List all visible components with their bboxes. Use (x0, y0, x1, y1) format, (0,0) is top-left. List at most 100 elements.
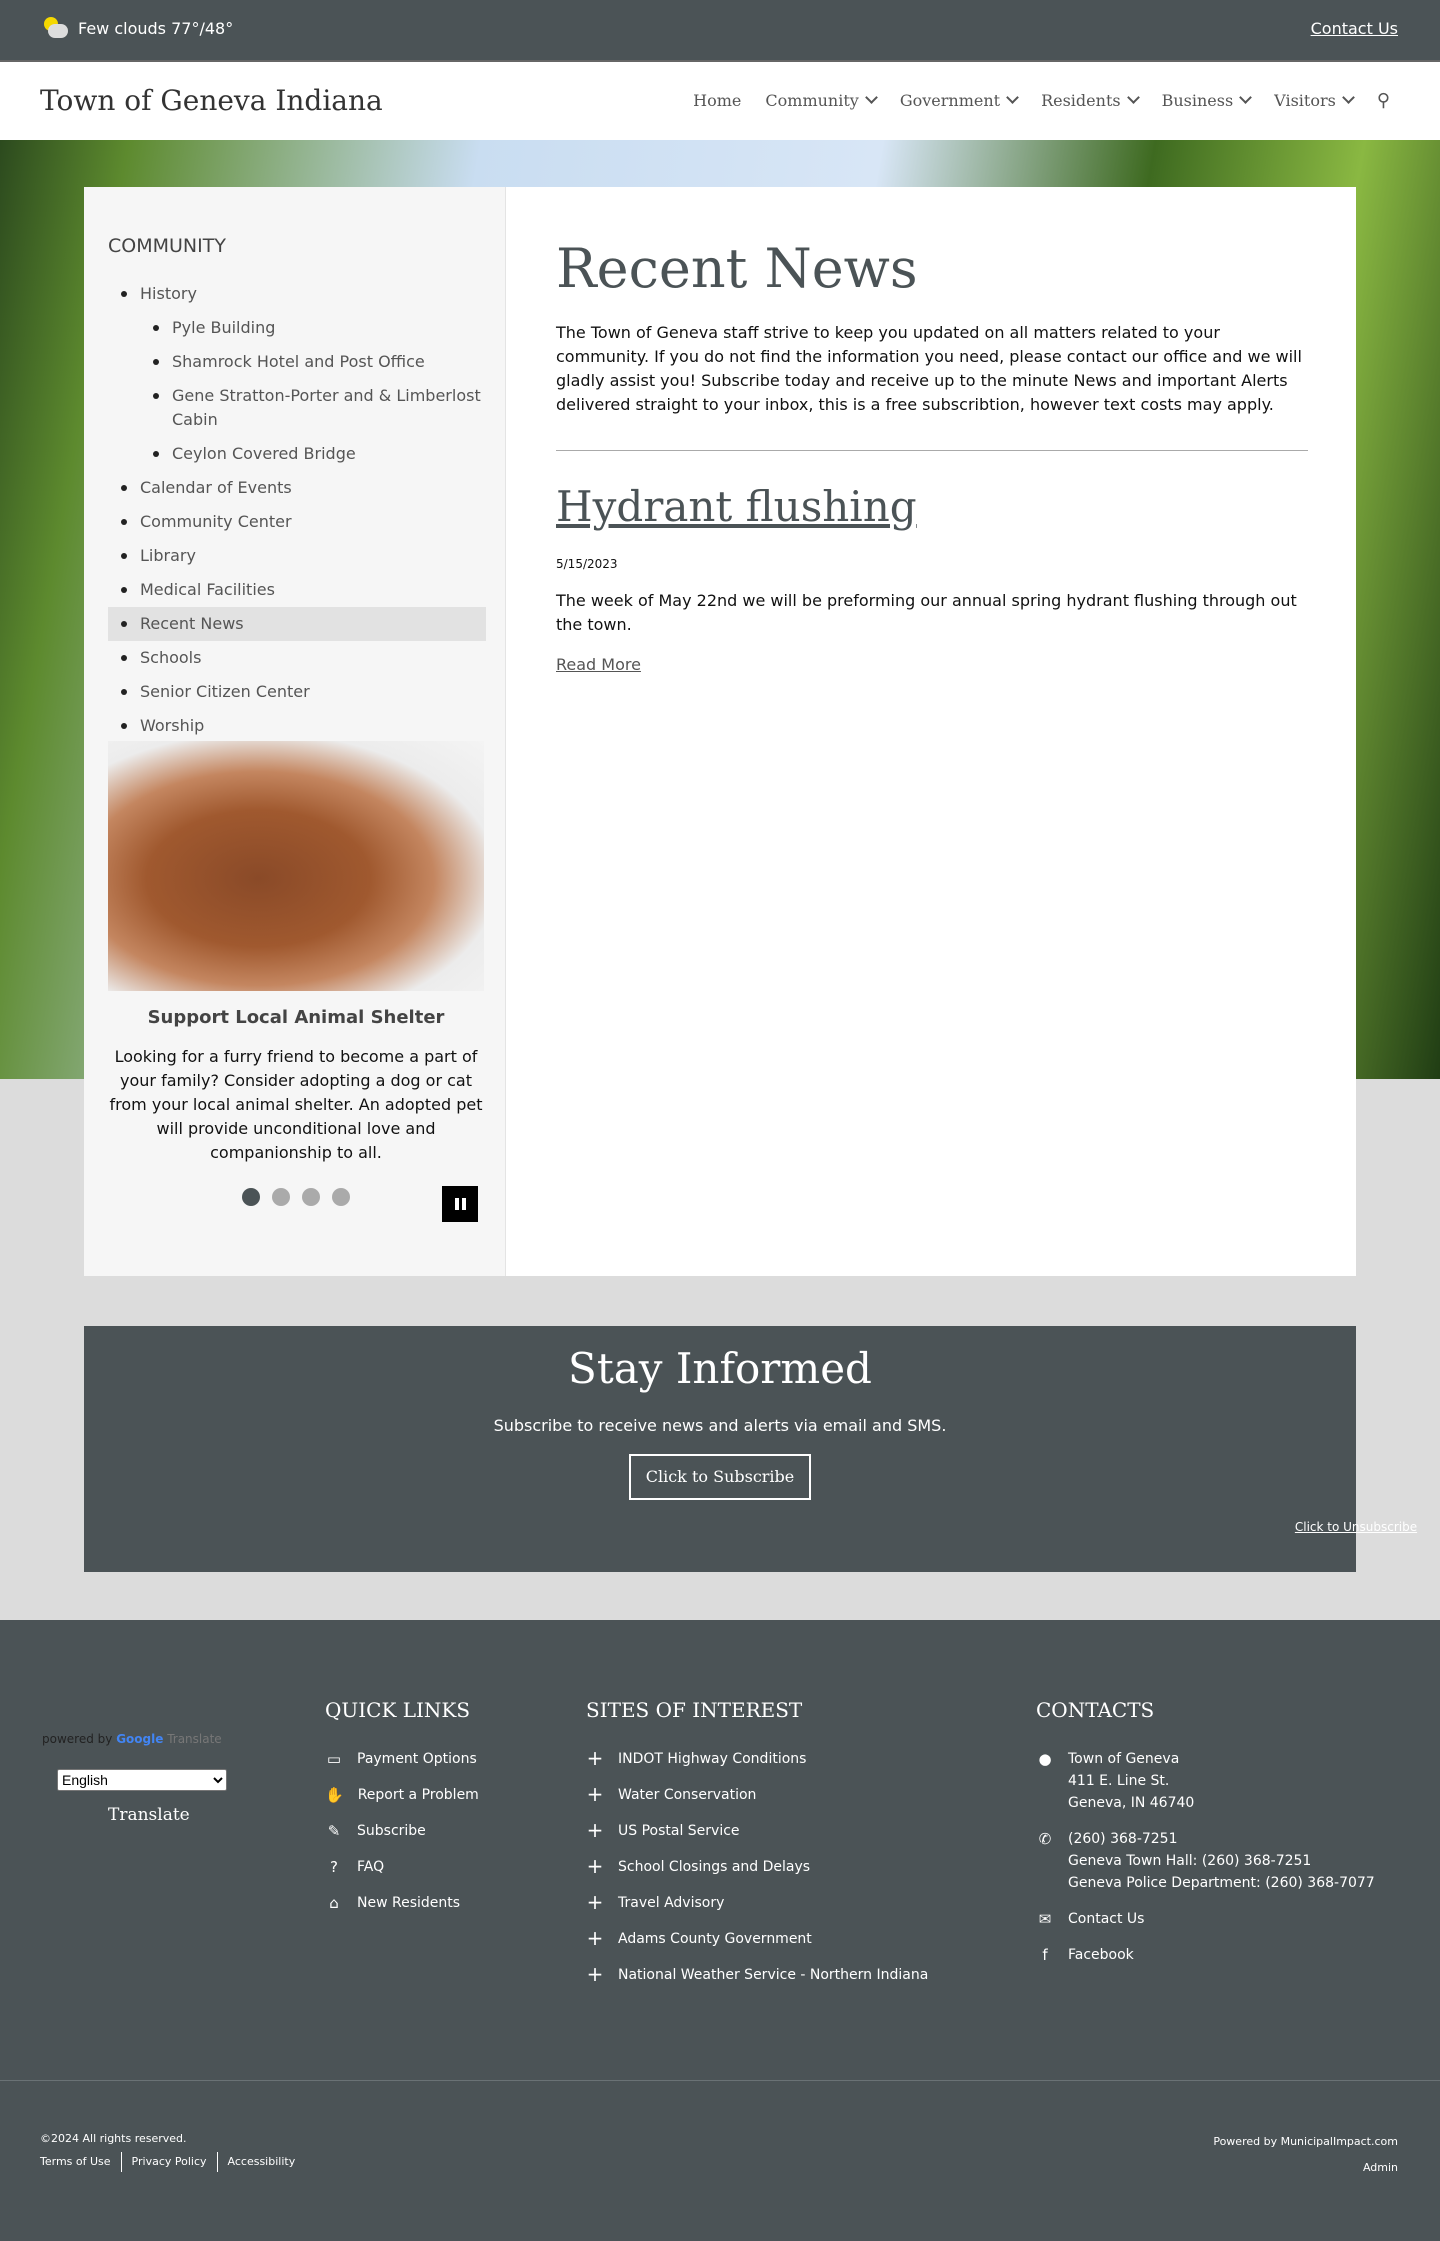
plus-icon: + (586, 1818, 604, 1842)
sidebar-item[interactable]: Pyle Building (108, 311, 486, 345)
site-link-label: INDOT Highway Conditions (618, 1751, 807, 1767)
chevron-down-icon (1239, 91, 1253, 104)
nav-community[interactable]: Community (765, 91, 878, 110)
site-link-label: US Postal Service (618, 1823, 740, 1839)
nav-government[interactable]: Government (900, 91, 1019, 110)
quick-link[interactable]: ✋ Report a Problem (325, 1784, 479, 1806)
sidebar-item[interactable]: Gene Stratton-Porter and & Limberlost Ca… (108, 379, 486, 437)
sidebar-item[interactable]: Library (108, 539, 486, 573)
credit-card-icon: ▭ (326, 1750, 342, 1768)
intro-text: The Town of Geneva staff strive to keep … (556, 323, 1302, 414)
site-link[interactable]: + National Weather Service - Northern Ind… (586, 1962, 929, 1986)
news-title-link[interactable]: Hydrant flushing (556, 482, 917, 531)
slide-text: Looking for a furry friend to become a p… (109, 1047, 483, 1162)
facebook-link[interactable]: f Facebook (1036, 1944, 1375, 1966)
sidebar-item[interactable]: Worship (108, 709, 486, 743)
question-circle-icon: ? (330, 1858, 338, 1876)
stay-informed-section: Stay Informed Subscribe to receive news … (84, 1326, 1417, 1572)
quick-link-label: FAQ (357, 1859, 385, 1875)
slide-dot-1[interactable] (242, 1188, 260, 1206)
nav-business[interactable]: Business (1161, 91, 1253, 110)
sidebar-item[interactable]: Community Center (108, 505, 486, 539)
accessibility-link[interactable]: Accessibility (216, 2152, 306, 2172)
site-header: Town of Geneva Indiana Home Community Go… (0, 60, 1440, 140)
news-body: The week of May 22nd we will be preformi… (556, 591, 1297, 634)
plus-icon: + (586, 1746, 604, 1770)
quick-link[interactable]: ? FAQ (325, 1856, 479, 1878)
home-icon: ⌂ (329, 1894, 339, 1912)
map-pin-icon: ● (1038, 1750, 1052, 1768)
weather-widget: Few clouds 77°/48° (42, 17, 233, 39)
stay-title: Stay Informed (568, 1344, 872, 1393)
admin-link[interactable]: Admin (1363, 2161, 1398, 2174)
nav-visitors[interactable]: Visitors (1274, 91, 1355, 110)
weather-text: Few clouds 77°/48° (78, 18, 234, 38)
quick-link[interactable]: ⌂ New Residents (325, 1892, 479, 1914)
terms-link[interactable]: Terms of Use (40, 2152, 121, 2172)
site-link[interactable]: + Travel Advisory (586, 1892, 928, 1914)
pause-button[interactable] (442, 1186, 478, 1222)
site-title[interactable]: Town of Geneva Indiana (40, 84, 383, 117)
contact-us-footer[interactable]: ✉ Contact Us (1036, 1908, 1375, 1930)
powered-by-text: powered by (42, 1732, 113, 1746)
sidebar-item[interactable]: Schools (108, 641, 486, 675)
chevron-down-icon (864, 91, 878, 104)
translate-button[interactable]: Translate (108, 1805, 190, 1825)
slide-dot-4[interactable] (332, 1188, 350, 1206)
quick-link-label: New Residents (357, 1895, 461, 1911)
sidebar-item[interactable]: Senior Citizen Center (108, 675, 486, 709)
powered-by-link[interactable]: Powered by MunicipalImpact.com (1213, 2135, 1398, 2148)
chevron-down-icon (1126, 91, 1140, 104)
site-link-label: School Closings and Delays (618, 1859, 811, 1875)
sidebar-item[interactable]: Shamrock Hotel and Post Office (108, 345, 486, 379)
plus-icon: + (586, 1782, 604, 1806)
search-icon[interactable]: ⚲ (1377, 90, 1390, 111)
quick-link[interactable]: ▭ Payment Options (325, 1748, 479, 1770)
site-link[interactable]: + Adams County Government (586, 1928, 928, 1950)
unsubscribe-link[interactable]: Click to Unsubscribe (720, 1520, 1440, 1534)
sidebar-item[interactable]: Recent News (108, 607, 486, 641)
sites-heading: SITES OF INTEREST (586, 1698, 803, 1722)
read-more-link[interactable]: Read More (556, 655, 641, 674)
plus-icon: + (586, 1962, 604, 1986)
site-link-label: National Weather Service - Northern Indi… (618, 1967, 929, 1983)
plus-icon: + (586, 1926, 604, 1950)
google-logo: Google (116, 1732, 164, 1746)
sidebar-item[interactable]: Ceylon Covered Bridge (108, 437, 486, 471)
main-nav: Home Community Government Residents Busi… (693, 90, 1390, 111)
plus-icon: + (586, 1890, 604, 1914)
copyright: ©2024 All rights reserved. (40, 2132, 187, 2145)
sidebar-item[interactable]: Calendar of Events (108, 471, 486, 505)
site-link[interactable]: + US Postal Service (586, 1820, 928, 1842)
sites-of-interest: SITES OF INTEREST + INDOT Highway Conditi… (586, 1698, 928, 2000)
slide-dot-2[interactable] (272, 1188, 290, 1206)
hand-icon: ✋ (325, 1786, 344, 1804)
site-link[interactable]: + INDOT Highway Conditions (586, 1748, 928, 1770)
nav-label: Community (765, 91, 859, 110)
chevron-down-icon (1006, 91, 1019, 104)
sidebar-item[interactable]: History (108, 277, 486, 311)
phone-link[interactable]: (260) 368-7251 (1068, 1828, 1375, 1850)
partly-cloudy-icon (42, 17, 68, 39)
legal-links: Terms of Use Privacy Policy Accessibilit… (40, 2152, 305, 2172)
subscribe-button[interactable]: Click to Subscribe (629, 1454, 811, 1500)
nav-label: Visitors (1274, 91, 1336, 110)
footer: powered by Google Translate English Tran… (0, 1620, 1440, 2241)
phone-icon: ✆ (1038, 1830, 1052, 1848)
translate-word: Translate (167, 1732, 222, 1746)
language-select[interactable]: English (57, 1769, 227, 1791)
slide-dot-3[interactable] (302, 1188, 320, 1206)
envelope-icon: ✉ (1038, 1910, 1052, 1928)
privacy-link[interactable]: Privacy Policy (120, 2152, 217, 2172)
nav-residents[interactable]: Residents (1041, 91, 1140, 110)
sidebar-item[interactable]: Medical Facilities (108, 573, 486, 607)
quick-link[interactable]: ✎ Subscribe (325, 1820, 479, 1842)
nav-label: Business (1161, 91, 1234, 110)
phones: ✆ (260) 368-7251 Geneva Town Hall: (260) 3… (1036, 1828, 1375, 1894)
nav-home[interactable]: Home (693, 91, 741, 110)
site-link[interactable]: + Water Conservation (586, 1784, 928, 1806)
contacts: CONTACTS ● Town of Geneva 411 E. Line St. G… (1036, 1698, 1375, 1980)
sidebar: COMMUNITY History Pyle Building Shamrock H… (84, 187, 506, 1276)
contact-us-link[interactable]: Contact Us (1311, 19, 1398, 38)
site-link[interactable]: + School Closings and Delays (586, 1856, 928, 1878)
